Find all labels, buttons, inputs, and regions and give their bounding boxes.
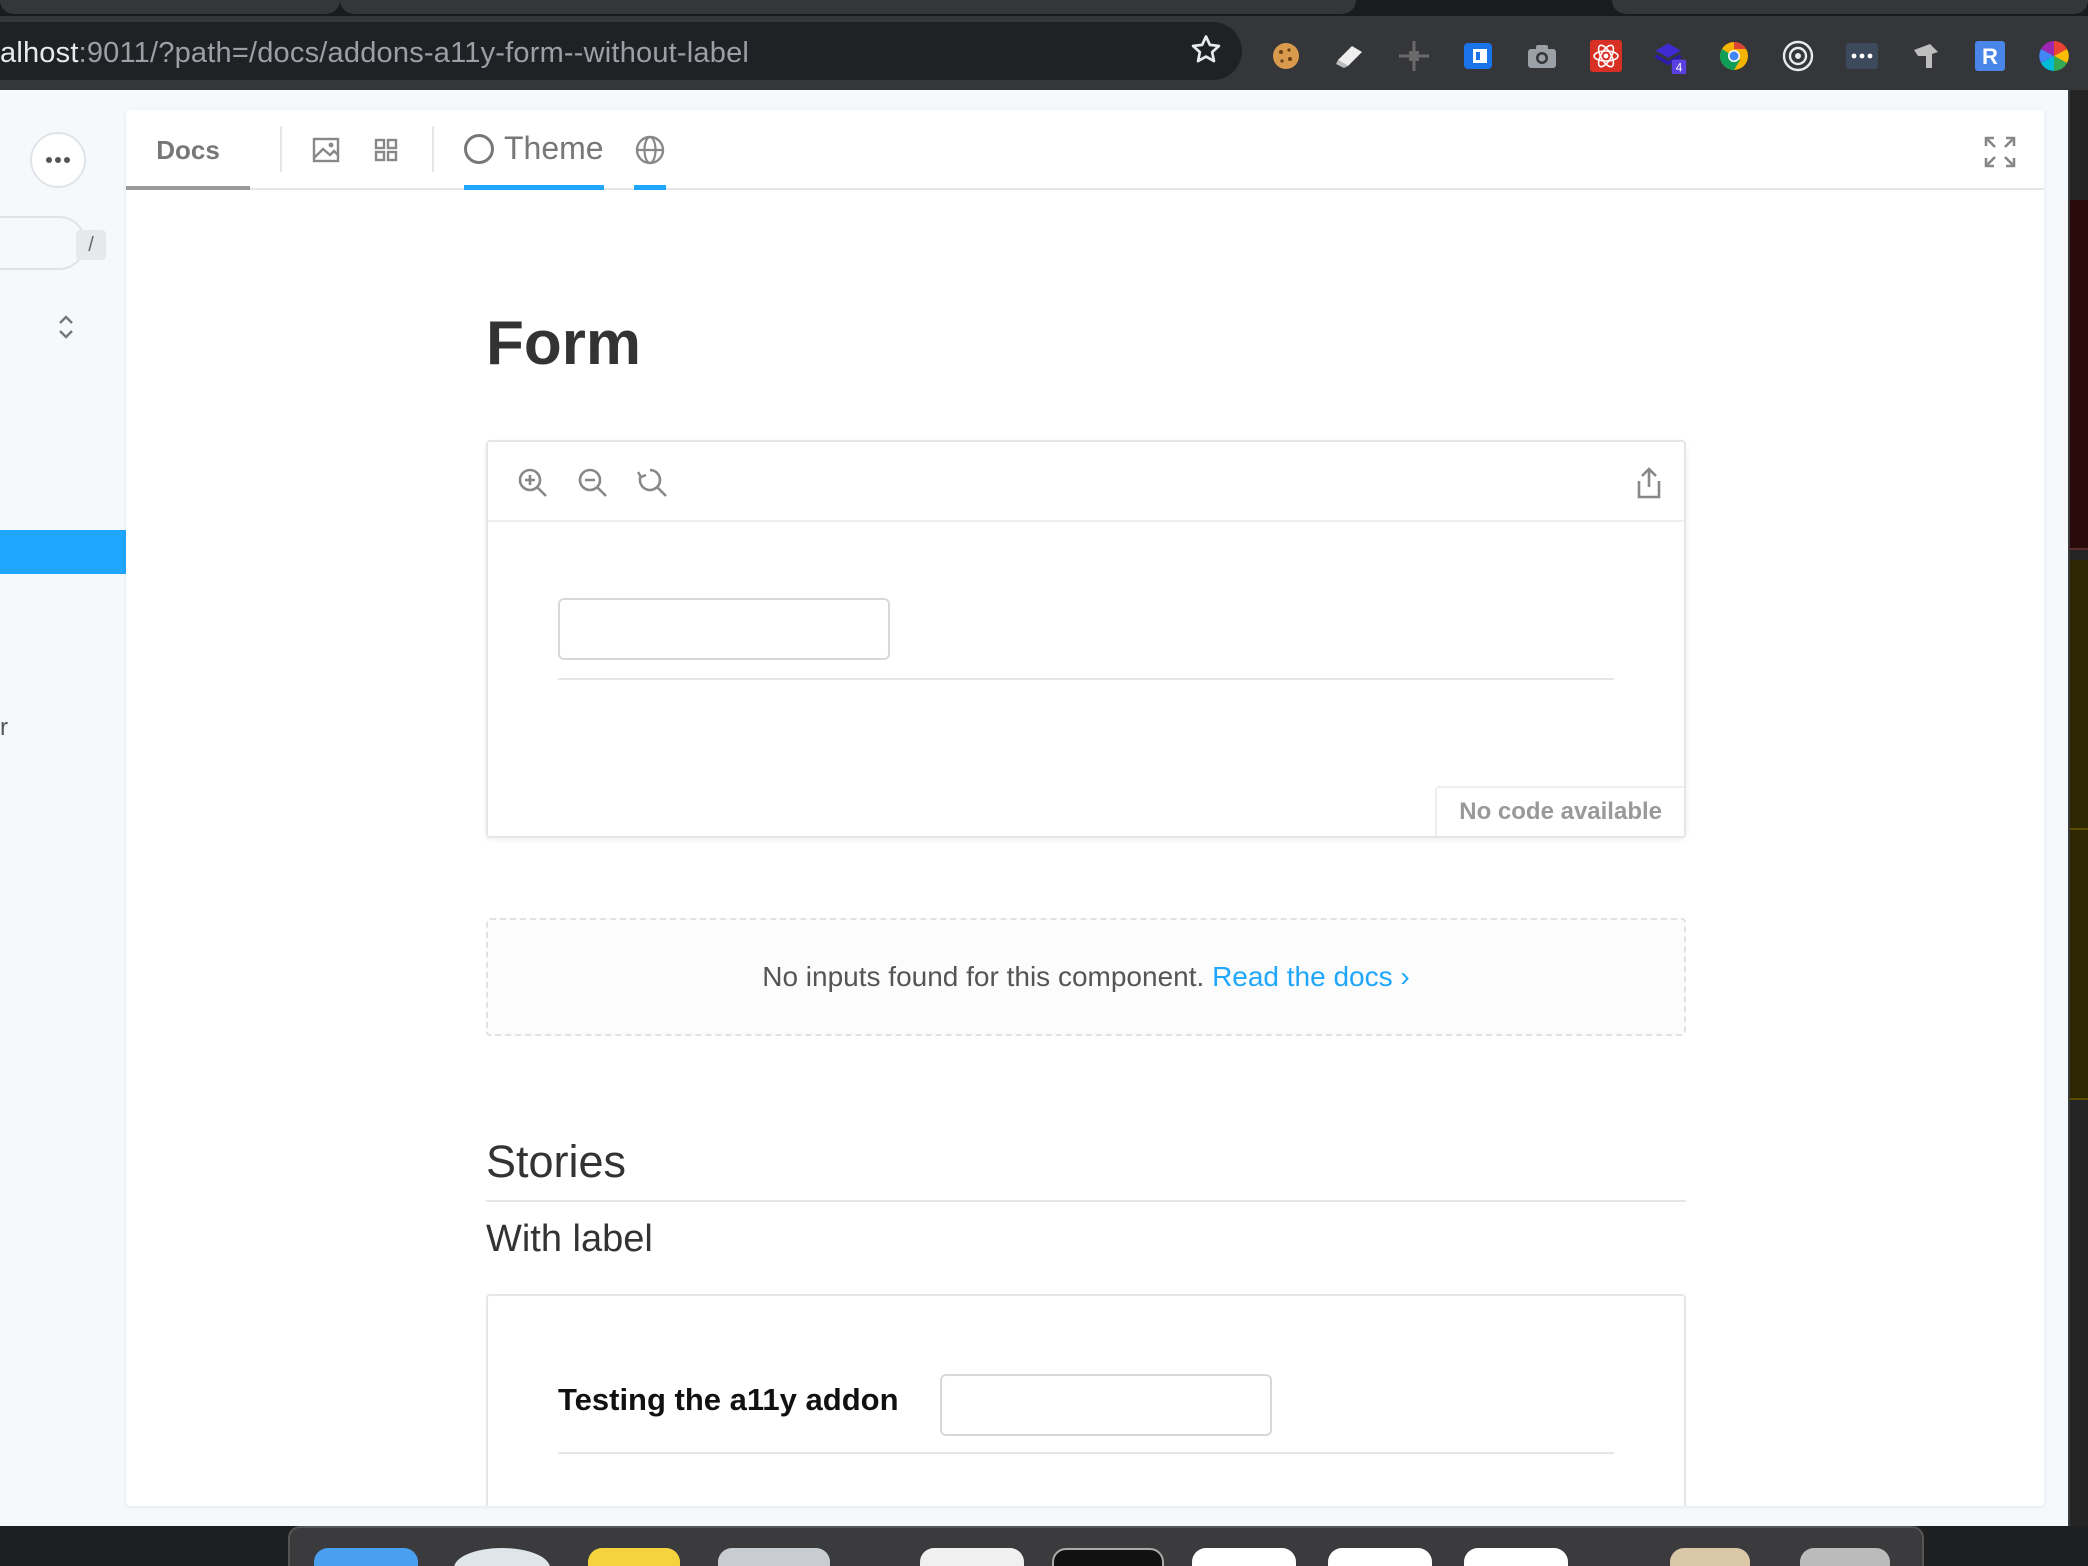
finder-icon[interactable] bbox=[314, 1548, 418, 1566]
layers-icon[interactable]: 4 bbox=[1652, 38, 1688, 74]
storybook-app: / r Docs Theme Form No code available No… bbox=[0, 90, 2068, 1526]
cookie-icon[interactable] bbox=[1268, 38, 1304, 74]
app-icon[interactable] bbox=[1192, 1548, 1296, 1566]
screen-reader-icon[interactable] bbox=[1460, 38, 1496, 74]
zoom-reset-icon[interactable] bbox=[636, 466, 670, 500]
console-warning-row bbox=[2070, 560, 2088, 830]
notes-icon[interactable] bbox=[588, 1548, 680, 1566]
grid-icon[interactable] bbox=[370, 134, 402, 166]
eraser-icon[interactable] bbox=[1332, 38, 1368, 74]
tab-strip bbox=[0, 0, 2088, 16]
dots-icon[interactable] bbox=[1844, 38, 1880, 74]
form-divider bbox=[558, 678, 1614, 680]
image-icon[interactable] bbox=[310, 134, 342, 166]
chevron-right-icon: › bbox=[1400, 961, 1410, 992]
app-icon[interactable] bbox=[1464, 1548, 1568, 1566]
form-label: Testing the a11y addon bbox=[558, 1382, 899, 1417]
sidebar: / r bbox=[0, 90, 126, 1526]
downloads-icon[interactable] bbox=[1670, 1548, 1750, 1566]
locale-button[interactable] bbox=[634, 110, 666, 190]
toolbar-divider bbox=[432, 126, 434, 172]
chrome-icon[interactable] bbox=[1716, 38, 1752, 74]
sidebar-menu-button[interactable] bbox=[30, 132, 86, 188]
zoom-in-icon[interactable] bbox=[516, 466, 550, 500]
zoom-out-icon[interactable] bbox=[576, 466, 610, 500]
stories-heading: Stories bbox=[486, 1136, 627, 1187]
no-code-button[interactable]: No code available bbox=[1435, 786, 1684, 836]
move-icon[interactable] bbox=[1396, 38, 1432, 74]
theme-label: Theme bbox=[504, 130, 604, 166]
main-panel: Docs Theme Form No code available No inp… bbox=[126, 110, 2044, 1506]
form-divider bbox=[558, 1452, 1614, 1454]
address-bar[interactable]: alhost:9011/?path=/docs/addons-a11y-form… bbox=[0, 22, 1242, 80]
pin-icon[interactable] bbox=[1908, 38, 1944, 74]
terminal-icon[interactable] bbox=[1052, 1548, 1164, 1566]
activity-monitor-icon[interactable] bbox=[718, 1548, 830, 1566]
tab-docs[interactable]: Docs bbox=[126, 110, 250, 190]
color-wheel-icon[interactable] bbox=[2036, 38, 2072, 74]
bookmark-star-icon[interactable] bbox=[1188, 32, 1224, 68]
expand-collapse-icon[interactable] bbox=[54, 312, 78, 342]
search-shortcut-key: / bbox=[76, 230, 106, 260]
args-table-empty: No inputs found for this component. Read… bbox=[486, 918, 1686, 1036]
globe-icon bbox=[635, 135, 665, 165]
macos-dock bbox=[288, 1526, 1924, 1566]
svg-text:R: R bbox=[1982, 44, 1998, 69]
ellipsis-icon bbox=[46, 157, 70, 163]
fullscreen-icon[interactable] bbox=[1982, 134, 2018, 170]
svg-text:4: 4 bbox=[1676, 61, 1683, 74]
toolbar-divider bbox=[280, 126, 282, 172]
r-icon[interactable]: R bbox=[1972, 38, 2008, 74]
browser-tab[interactable] bbox=[340, 0, 1356, 14]
text-input[interactable] bbox=[940, 1374, 1272, 1436]
console-warning-row bbox=[2070, 830, 2088, 1100]
safari-icon[interactable] bbox=[454, 1548, 550, 1566]
url-text: alhost:9011/?path=/docs/addons-a11y-form… bbox=[0, 37, 750, 69]
story-preview-canvas: No code available bbox=[486, 440, 1686, 838]
theme-button[interactable]: Theme bbox=[464, 110, 604, 190]
empty-args-message: No inputs found for this component. bbox=[762, 961, 1205, 992]
heading-divider bbox=[486, 1200, 1686, 1202]
circle-icon bbox=[464, 133, 494, 164]
preview-toolbar bbox=[488, 442, 1684, 522]
text-input[interactable] bbox=[558, 598, 890, 660]
sidebar-item-active[interactable] bbox=[0, 530, 126, 574]
chrome-dock-icon[interactable] bbox=[1328, 1548, 1432, 1566]
browser-tab[interactable] bbox=[1612, 0, 2088, 14]
camera-icon[interactable] bbox=[1524, 38, 1560, 74]
devtools-panel bbox=[2068, 90, 2088, 1526]
app-icon[interactable] bbox=[920, 1548, 1024, 1566]
read-the-docs-link[interactable]: Read the docs › bbox=[1212, 961, 1410, 992]
page-title: Form bbox=[486, 309, 641, 378]
trash-icon[interactable] bbox=[1800, 1548, 1890, 1566]
story-preview: Testing the a11y addon bbox=[486, 1294, 1686, 1506]
react-devtools-icon[interactable] bbox=[1588, 38, 1624, 74]
panel-toolbar: Docs Theme bbox=[126, 110, 2044, 190]
target-icon[interactable] bbox=[1780, 38, 1816, 74]
sidebar-search-input[interactable] bbox=[0, 216, 86, 270]
sidebar-text-fragment: r bbox=[0, 714, 8, 741]
browser-toolbar: alhost:9011/?path=/docs/addons-a11y-form… bbox=[0, 16, 2088, 90]
browser-tab[interactable] bbox=[0, 0, 340, 14]
console-error-row bbox=[2070, 200, 2088, 550]
story-heading: With label bbox=[486, 1218, 653, 1260]
share-icon[interactable] bbox=[1634, 466, 1664, 500]
